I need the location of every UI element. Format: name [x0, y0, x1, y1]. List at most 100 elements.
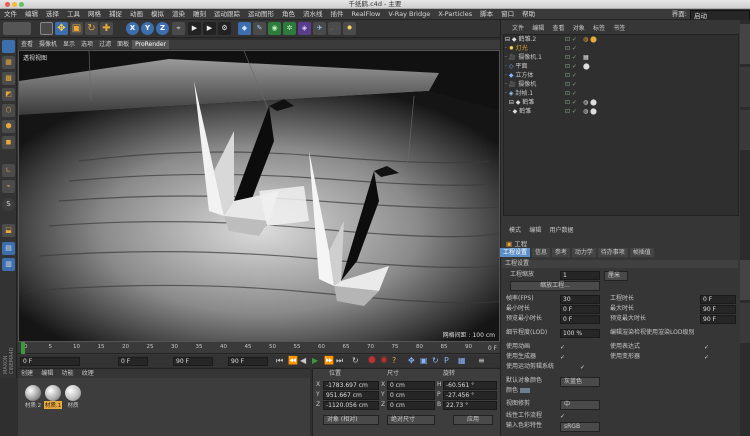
size-z-field[interactable]: 0 cm — [387, 401, 435, 410]
prev-key-icon[interactable]: ⏪ — [288, 356, 298, 365]
play-icon[interactable]: ▶ — [312, 356, 318, 365]
material-swatch[interactable]: 材质.1 — [44, 385, 62, 413]
material-menu-create[interactable]: 创建 — [18, 369, 36, 378]
tab-project-settings[interactable]: 工程设置 — [500, 248, 531, 257]
tab-todo[interactable]: 待办事项 — [597, 248, 628, 257]
menu-script[interactable]: 脚本 — [476, 9, 497, 20]
preview-max-field[interactable]: 90 F — [700, 315, 736, 324]
rotation-b-field[interactable]: 22.73 ° — [443, 401, 497, 410]
motion-system-checkbox[interactable]: ✓ — [580, 365, 585, 371]
menu-realflow[interactable]: RealFlow — [348, 9, 385, 20]
default-color-dropdown[interactable]: 灰蓝色 — [560, 377, 600, 387]
tab-key-interpolation[interactable]: 帧插值 — [629, 248, 654, 257]
lod-field[interactable]: 100 % — [560, 329, 600, 338]
size-mode-dropdown[interactable]: 绝对尺寸 — [387, 415, 435, 425]
cloner-icon[interactable]: ✲ — [283, 22, 296, 35]
object-row[interactable]: · ◇ 平面 ⊡ ✓ ⬤ — [505, 63, 735, 71]
object-menu-edit[interactable]: 编辑 — [529, 24, 547, 33]
scale-project-button[interactable]: 缩放工程... — [510, 281, 600, 291]
rotation-h-field[interactable]: -60.561 ° — [443, 381, 497, 390]
menu-simulate[interactable]: 模拟 — [147, 9, 168, 20]
object-row[interactable]: ⊟ ◆ 鹤雏.2 ⊡ ✓ ◍ ⬤ — [505, 36, 735, 44]
camera-icon[interactable]: 🎥 — [328, 22, 341, 35]
coordinate-system-icon[interactable]: ⌖ — [172, 22, 185, 35]
subdivision-icon[interactable]: ◉ — [268, 22, 281, 35]
object-menu-view[interactable]: 查看 — [550, 24, 568, 33]
polygons-mode-icon[interactable]: ◼ — [2, 136, 15, 149]
material-menu-function[interactable]: 功能 — [59, 369, 77, 378]
menu-pipeline[interactable]: 流水线 — [299, 9, 327, 20]
auto-key-icon[interactable]: ◉ — [380, 355, 388, 365]
menu-character[interactable]: 角色 — [278, 9, 299, 20]
material-menu-edit[interactable]: 编辑 — [38, 369, 56, 378]
z-axis-icon[interactable]: Z — [156, 22, 169, 35]
viewport-menu-options[interactable]: 选项 — [78, 40, 96, 49]
menu-render[interactable]: 渲染 — [168, 9, 189, 20]
model-mode-icon[interactable]: ▦ — [2, 56, 15, 69]
live-select-icon[interactable] — [40, 22, 53, 35]
tab-structure[interactable] — [740, 110, 750, 150]
scale-key-icon[interactable]: ▣ — [420, 356, 428, 365]
menu-file[interactable]: 文件 — [0, 9, 21, 20]
light-icon[interactable]: ✹ — [343, 22, 356, 35]
menu-select[interactable]: 选择 — [42, 9, 63, 20]
menu-plugins[interactable]: 插件 — [327, 9, 348, 20]
menu-mograph[interactable]: 运动图形 — [244, 9, 278, 20]
object-row[interactable]: · ◆ 立方体 ⊡ ✓ — [505, 72, 735, 80]
menu-window[interactable]: 窗口 — [497, 9, 518, 20]
menu-snap[interactable]: 捕捉 — [105, 9, 126, 20]
tab-reference[interactable]: 参考 — [551, 248, 570, 257]
tab-layers[interactable] — [740, 303, 750, 343]
current-frame-field[interactable]: 0 F — [20, 357, 80, 366]
render-lod-checkbox[interactable] — [730, 331, 735, 336]
viewport-menu-display[interactable]: 显示 — [60, 40, 78, 49]
param-key-icon[interactable]: P — [444, 356, 449, 365]
3d-viewport[interactable]: 透视视图 网格间距 : 100 cm — [18, 50, 500, 342]
viewport-menu-cameras[interactable]: 摄像机 — [36, 40, 60, 49]
apply-button[interactable]: 应用 — [453, 415, 493, 425]
object-menu-bookmarks[interactable]: 书签 — [610, 24, 628, 33]
object-row[interactable]: · ◆ 鹤雏 ⊡ ✓ ◍ ⬤ — [505, 108, 735, 116]
menu-edit[interactable]: 编辑 — [21, 9, 42, 20]
object-row[interactable]: · 🎥 摄像机 ⊡ ✓ — [505, 81, 735, 89]
make-editable-icon[interactable] — [2, 40, 15, 53]
preview-max-field[interactable]: 90 F — [228, 357, 268, 366]
scene-icon[interactable]: ✈ — [313, 22, 326, 35]
input-color-dropdown[interactable]: sRGB — [560, 422, 600, 432]
tab-content-browser[interactable] — [740, 67, 750, 107]
use-expressions-checkbox[interactable]: ✓ — [704, 345, 709, 351]
duration-field[interactable]: 0 F — [700, 295, 736, 304]
tab-info[interactable]: 信息 — [531, 248, 550, 257]
viewport-menu-filter[interactable]: 过滤 — [96, 40, 114, 49]
coord-mode-dropdown[interactable]: 对象 (相对) — [323, 415, 379, 425]
use-generators-checkbox[interactable]: ✓ — [560, 355, 565, 361]
attr-menu-edit[interactable]: 编辑 — [526, 226, 544, 235]
view-clip-dropdown[interactable]: 中 — [560, 400, 600, 410]
menu-mesh[interactable]: 网格 — [84, 9, 105, 20]
tab-attributes[interactable] — [740, 260, 750, 300]
render-settings-icon[interactable]: ⚙ — [218, 22, 231, 35]
move-icon[interactable]: ✥ — [55, 22, 68, 35]
max-time-field[interactable]: 90 F — [700, 305, 736, 314]
attr-menu-userdata[interactable]: 用户数据 — [547, 226, 577, 235]
viewport-menu-view[interactable]: 查看 — [18, 40, 36, 49]
goto-start-icon[interactable]: ⏮ — [276, 356, 283, 366]
material-swatch[interactable]: 材质 — [64, 385, 82, 413]
material-menu-texture[interactable]: 纹理 — [79, 369, 97, 378]
linear-workflow-checkbox[interactable]: ✓ — [560, 414, 565, 420]
workplane-grid-icon[interactable]: ▤ — [2, 242, 15, 255]
deformer-icon[interactable]: ◈ — [298, 22, 311, 35]
menu-tools[interactable]: 工具 — [63, 9, 84, 20]
goto-end-icon[interactable]: ⏭ — [336, 356, 343, 366]
object-menu-tags[interactable]: 标签 — [590, 24, 608, 33]
menu-vray[interactable]: V-Ray Bridge — [384, 9, 434, 20]
size-x-field[interactable]: 0 cm — [387, 381, 435, 390]
texture-mode-icon[interactable]: ▩ — [2, 72, 15, 85]
object-menu-object[interactable]: 对象 — [570, 24, 588, 33]
menu-motion-tracking[interactable]: 运动跟踪 — [210, 9, 244, 20]
tweak-icon[interactable]: ⌁ — [2, 180, 15, 193]
render-picture-viewer-icon[interactable]: ▶ — [203, 22, 216, 35]
use-animation-checkbox[interactable]: ✓ — [560, 345, 565, 351]
rotate-icon[interactable]: ↻ — [85, 22, 98, 35]
min-frame-field[interactable]: 0 F — [118, 357, 148, 366]
